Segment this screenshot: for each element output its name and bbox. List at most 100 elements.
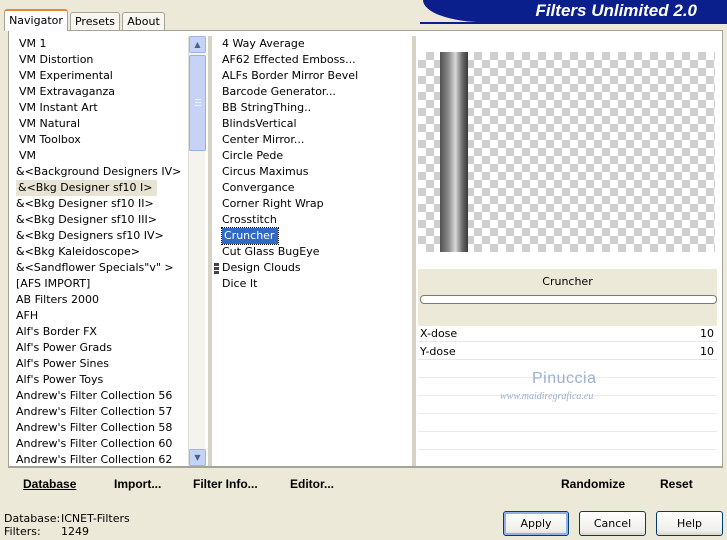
- category-item[interactable]: Alf's Border FX: [14, 324, 188, 340]
- filter-item-label: ALFs Border Mirror Bevel: [222, 69, 359, 82]
- scroll-up-button[interactable]: ▲: [189, 36, 206, 53]
- tab-presets[interactable]: Presets: [70, 12, 120, 30]
- category-item-label: Andrew's Filter Collection 57: [16, 405, 173, 418]
- progress-bar: [420, 295, 717, 304]
- cancel-button[interactable]: Cancel: [579, 511, 646, 536]
- category-item[interactable]: Andrew's Filter Collection 56: [14, 388, 188, 404]
- category-item-label: VM Natural: [19, 117, 81, 130]
- category-scrollbar[interactable]: ▲ ▼: [188, 36, 206, 466]
- category-item[interactable]: Alf's Power Toys: [14, 372, 188, 388]
- drag-grip-icon[interactable]: [214, 267, 219, 270]
- category-item-label: &<Bkg Designer sf10 I>: [16, 180, 157, 196]
- filter-item[interactable]: Circle Pede: [220, 148, 410, 164]
- filter-item-label: BlindsVertical: [222, 117, 297, 130]
- param-row-x-dose[interactable]: X-dose 10: [418, 325, 717, 342]
- filter-item[interactable]: AF62 Effected Emboss...: [220, 52, 410, 68]
- category-item[interactable]: Andrew's Filter Collection 60: [14, 436, 188, 452]
- filter-item-label: Cut Glass BugEye: [222, 245, 320, 258]
- category-item-label: VM Experimental: [19, 69, 113, 82]
- category-item[interactable]: &<Bkg Kaleidoscope>: [14, 244, 188, 260]
- filter-item[interactable]: Cut Glass BugEye: [220, 244, 410, 260]
- preview-gradient-image: [440, 52, 468, 252]
- filter-item[interactable]: Dice It: [220, 276, 410, 292]
- category-item[interactable]: [AFS IMPORT]: [14, 276, 188, 292]
- filter-item[interactable]: BB StringThing..: [220, 100, 410, 116]
- category-item[interactable]: VM Distortion: [14, 52, 188, 68]
- app-title-banner: Filters Unlimited 2.0: [423, 0, 727, 22]
- category-item-label: &<Sandflower Specials"v" >: [16, 261, 174, 274]
- category-item[interactable]: VM Natural: [14, 116, 188, 132]
- category-item[interactable]: VM Toolbox: [14, 132, 188, 148]
- category-item-label: AB Filters 2000: [16, 293, 100, 306]
- reset-button[interactable]: Reset: [660, 477, 693, 491]
- filter-info-button[interactable]: Filter Info...: [193, 477, 258, 491]
- param-row-y-dose[interactable]: Y-dose 10: [418, 343, 717, 360]
- watermark-name: Pinuccia: [532, 370, 597, 387]
- category-item[interactable]: VM: [14, 148, 188, 164]
- category-item[interactable]: &<Bkg Designer sf10 III>: [14, 212, 188, 228]
- category-item[interactable]: Andrew's Filter Collection 58: [14, 420, 188, 436]
- tab-navigator[interactable]: Navigator: [4, 9, 68, 31]
- param-label: X-dose: [420, 327, 458, 340]
- category-item[interactable]: &<Bkg Designer sf10 II>: [14, 196, 188, 212]
- filter-item[interactable]: Barcode Generator...: [220, 84, 410, 100]
- randomize-button[interactable]: Randomize: [561, 477, 625, 491]
- category-item[interactable]: VM Experimental: [14, 68, 188, 84]
- filter-list[interactable]: 4 Way Average AF62 Effected Emboss... ALFs…: [220, 36, 410, 466]
- filter-item[interactable]: Convergance: [220, 180, 410, 196]
- import-button[interactable]: Import...: [114, 477, 161, 491]
- category-item-label: &<Bkg Designers sf10 IV>: [16, 229, 164, 242]
- category-item[interactable]: &<Background Designers IV>: [14, 164, 188, 180]
- category-list[interactable]: VM 1 VM Distortion VM Experimental VM Extra…: [14, 36, 188, 466]
- tab-about[interactable]: About: [122, 12, 165, 30]
- watermark-url: www.maidiregrafica.eu: [500, 391, 594, 402]
- category-item[interactable]: &<Bkg Designer sf10 I>: [14, 180, 188, 196]
- filter-item[interactable]: Corner Right Wrap: [220, 196, 410, 212]
- filter-preview: [418, 52, 715, 252]
- category-item[interactable]: Andrew's Filter Collection 62: [14, 452, 188, 466]
- filter-item-label: Crosstitch: [222, 213, 277, 226]
- filter-item-label: Center Mirror...: [222, 133, 305, 146]
- category-item[interactable]: VM Instant Art: [14, 100, 188, 116]
- filter-item-label: Circus Maximus: [222, 165, 309, 178]
- category-item[interactable]: &<Sandflower Specials"v" >: [14, 260, 188, 276]
- drag-grip-icon[interactable]: [214, 263, 219, 266]
- category-item-label: &<Bkg Kaleidoscope>: [16, 245, 141, 258]
- filter-item[interactable]: 4 Way Average: [220, 36, 410, 52]
- category-item[interactable]: Alf's Power Grads: [14, 340, 188, 356]
- category-item[interactable]: AFH: [14, 308, 188, 324]
- category-item[interactable]: VM Extravaganza: [14, 84, 188, 100]
- status-filters: Filters: 1249: [4, 525, 89, 538]
- category-item[interactable]: &<Bkg Designers sf10 IV>: [14, 228, 188, 244]
- category-item-label: VM Extravaganza: [19, 85, 116, 98]
- category-item-label: Alf's Border FX: [16, 325, 97, 338]
- filter-item-label: Cruncher: [220, 227, 280, 245]
- filter-item[interactable]: ALFs Border Mirror Bevel: [220, 68, 410, 84]
- filter-item-label: BB StringThing..: [222, 101, 312, 114]
- category-item-label: Andrew's Filter Collection 56: [16, 389, 173, 402]
- filter-item-label: Dice It: [222, 277, 258, 290]
- help-button[interactable]: Help: [656, 511, 723, 536]
- category-item[interactable]: Alf's Power Sines: [14, 356, 188, 372]
- filter-item[interactable]: Design Clouds: [220, 260, 410, 276]
- status-filters-value: 1249: [61, 525, 89, 538]
- category-item-label: Alf's Power Sines: [16, 357, 109, 370]
- scroll-thumb[interactable]: [189, 55, 206, 151]
- apply-button[interactable]: Apply: [503, 511, 569, 536]
- database-button[interactable]: Database: [23, 477, 76, 491]
- filter-item[interactable]: Crosstitch: [220, 212, 410, 228]
- drag-grip-icon[interactable]: [214, 271, 219, 274]
- editor-button[interactable]: Editor...: [290, 477, 334, 491]
- filter-item[interactable]: Circus Maximus: [220, 164, 410, 180]
- filter-item[interactable]: BlindsVertical: [220, 116, 410, 132]
- category-item-label: VM 1: [19, 37, 47, 50]
- category-item-label: VM Distortion: [19, 53, 94, 66]
- category-item[interactable]: Andrew's Filter Collection 57: [14, 404, 188, 420]
- status-database-label: Database:: [4, 512, 61, 525]
- category-item[interactable]: VM 1: [14, 36, 188, 52]
- filter-item[interactable]: Cruncher: [220, 227, 410, 245]
- filter-item[interactable]: Center Mirror...: [220, 132, 410, 148]
- category-item-label: &<Bkg Designer sf10 II>: [16, 197, 154, 210]
- category-item[interactable]: AB Filters 2000: [14, 292, 188, 308]
- scroll-down-button[interactable]: ▼: [189, 449, 206, 466]
